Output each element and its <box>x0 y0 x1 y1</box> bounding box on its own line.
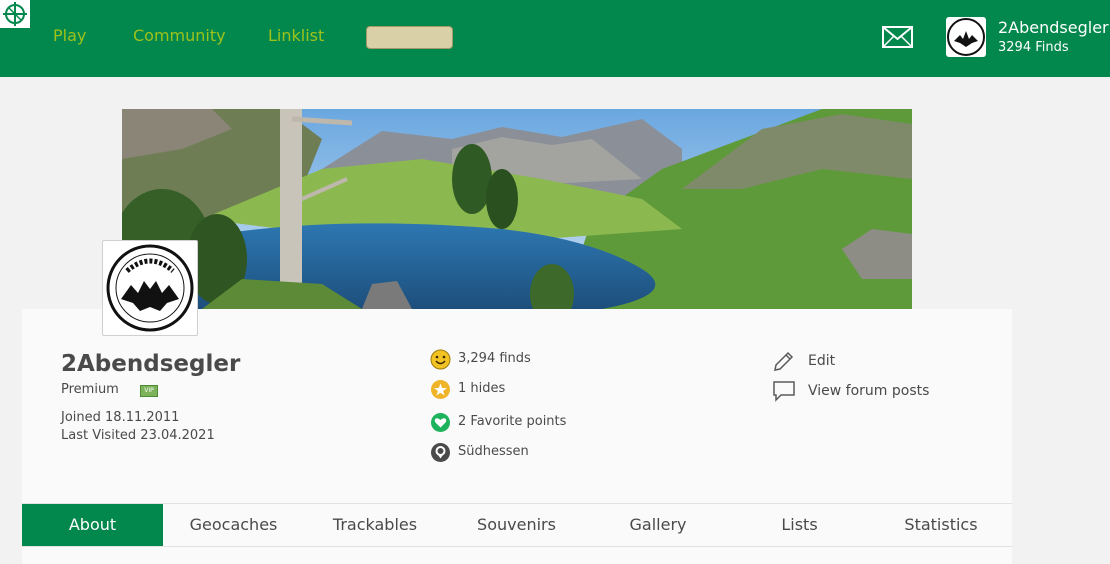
profile-banner-image <box>122 109 912 309</box>
heart-icon <box>430 412 451 433</box>
profile-tabs: About Geocaches Trackables Souvenirs Gal… <box>22 503 1012 547</box>
tab-about[interactable]: About <box>22 504 163 546</box>
nav-linklist[interactable]: Linklist <box>268 26 324 45</box>
tab-geocaches[interactable]: Geocaches <box>163 504 304 546</box>
tab-trackables[interactable]: Trackables <box>304 504 446 546</box>
mail-icon[interactable] <box>882 26 913 48</box>
nav-community[interactable]: Community <box>133 26 226 45</box>
stat-favorite-label: 2 Favorite points <box>458 414 567 429</box>
profile-username: 2Abendsegler <box>61 351 241 377</box>
header-finds-count: 3294 Finds <box>998 40 1069 55</box>
tab-statistics[interactable]: Statistics <box>870 504 1012 546</box>
nav-play[interactable]: Play <box>53 26 86 45</box>
speech-bubble-icon <box>772 379 796 403</box>
top-header: Play Community Linklist 2Abendsegler 329… <box>0 0 1110 77</box>
smiley-icon <box>430 349 451 370</box>
membership-level: Premium <box>61 382 119 397</box>
location-pin-icon <box>430 442 451 463</box>
header-avatar[interactable] <box>946 17 986 57</box>
star-icon <box>430 379 451 400</box>
stat-finds-label: 3,294 finds <box>458 351 531 366</box>
stat-hides-label: 1 hides <box>458 381 506 396</box>
pencil-icon <box>772 349 796 373</box>
site-logo-icon[interactable] <box>0 0 30 28</box>
search-input[interactable] <box>366 26 453 49</box>
last-visited-date: Last Visited 23.04.2021 <box>61 428 215 443</box>
vip-badge-icon: VIP <box>140 385 158 397</box>
view-forum-posts-label: View forum posts <box>808 383 930 399</box>
tab-gallery[interactable]: Gallery <box>587 504 729 546</box>
stat-location-label: Südhessen <box>458 444 529 459</box>
header-username[interactable]: 2Abendsegler <box>998 18 1109 37</box>
joined-date: Joined 18.11.2011 <box>61 410 180 425</box>
tab-lists[interactable]: Lists <box>729 504 870 546</box>
profile-avatar <box>102 240 198 336</box>
tab-souvenirs[interactable]: Souvenirs <box>446 504 587 546</box>
edit-label: Edit <box>808 353 836 369</box>
